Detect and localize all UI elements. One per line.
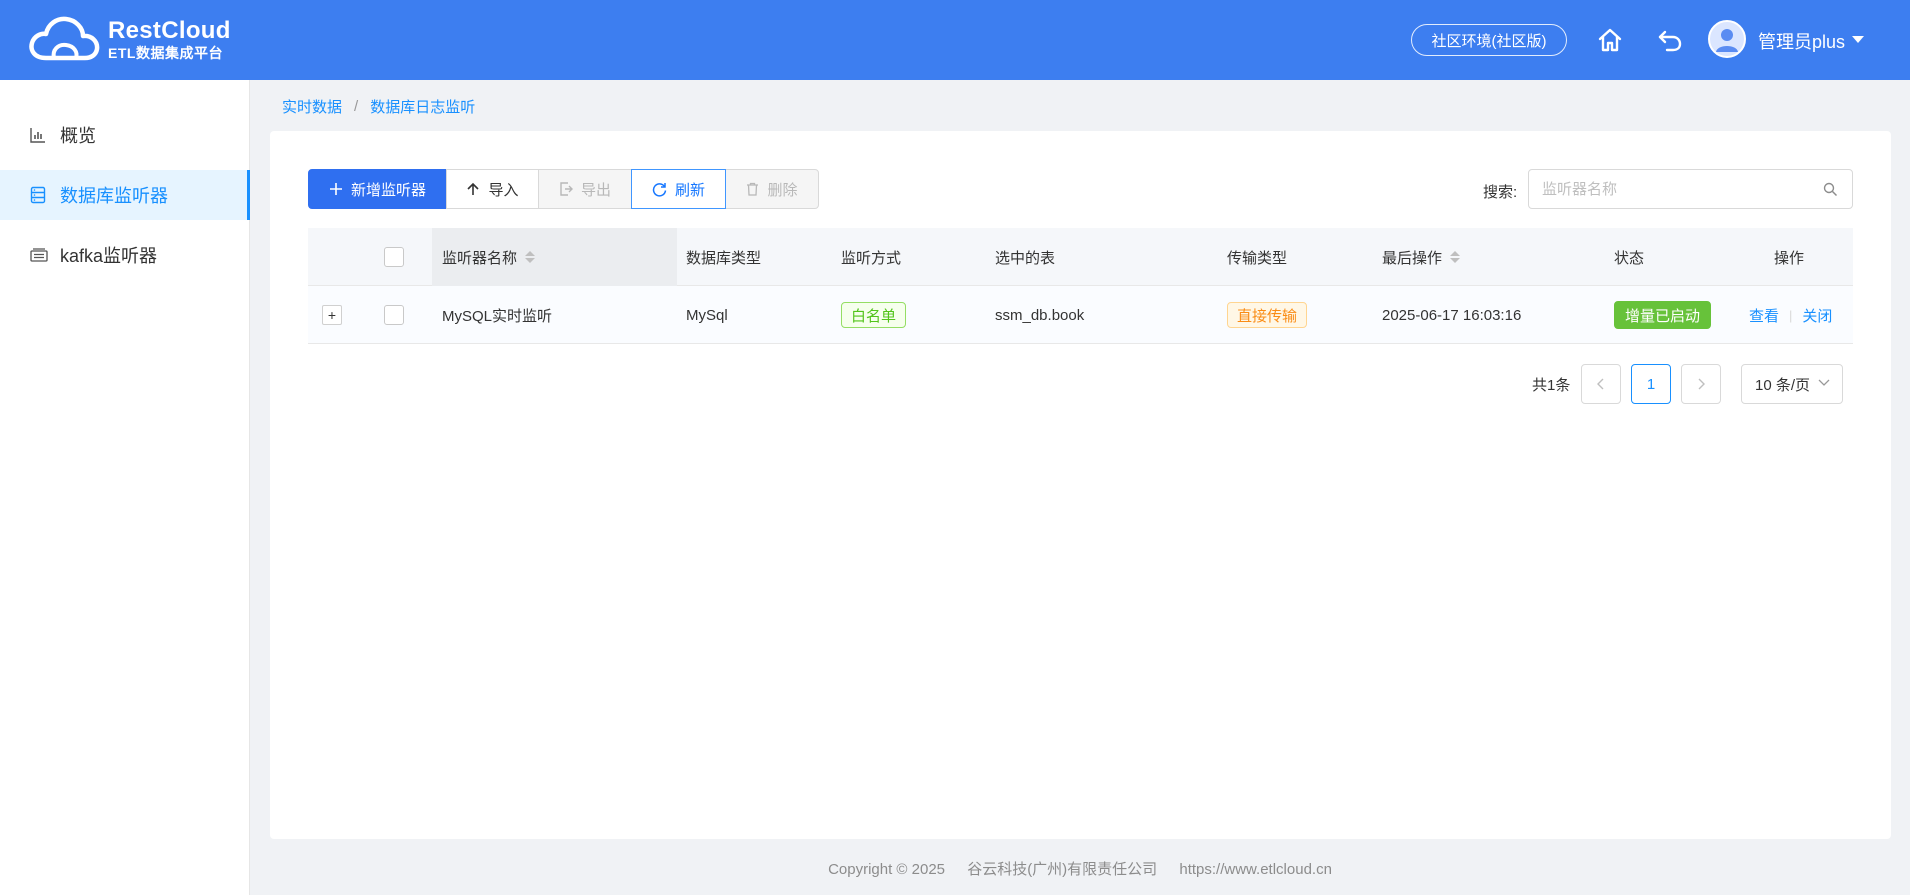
cell-status: 增量已启动 [1614,286,1712,344]
column-header-mode: 监听方式 [841,249,902,267]
breadcrumb-separator: / [354,98,359,115]
pagination: 共1条 1 10 条/页 [270,364,1891,404]
sidebar-item-db-listener[interactable]: 数据库监听器 [0,170,250,220]
column-header-name[interactable]: 监听器名称 [432,228,677,286]
page-size-select[interactable]: 10 条/页 [1741,364,1843,404]
delete-button[interactable]: 删除 [725,169,819,209]
import-button[interactable]: 导入 [446,169,539,209]
listener-table: 监听器名称 数据库类型 监听方式 选中的表 传输类型 最后操作 状态 操作 + … [308,228,1853,344]
home-icon[interactable] [1595,25,1625,55]
toolbar: 新增监听器 导入 导出 刷新 删除 [308,169,819,209]
cell-last-op: 2025-06-17 16:03:16 [1382,306,1522,324]
caret-down-icon[interactable] [1852,36,1864,43]
chevron-down-icon [1818,379,1830,386]
add-listener-button[interactable]: 新增监听器 [308,169,447,209]
sidebar-item-label: kafka监听器 [60,246,158,266]
footer-company: 谷云科技(广州)有限责任公司 [967,861,1158,878]
column-header-db-type: 数据库类型 [686,249,762,267]
search-label: 搜索: [1483,184,1518,201]
view-link[interactable]: 查看 [1749,305,1779,326]
breadcrumb: 实时数据 / 数据库日志监听 [282,96,475,117]
search-icon[interactable] [1823,182,1838,202]
mode-tag: 白名单 [841,302,907,328]
cell-transfer: 直接传输 [1227,286,1308,344]
search-field [1528,169,1853,209]
kafka-icon [30,246,48,264]
refresh-icon [652,182,667,197]
export-button[interactable]: 导出 [538,169,632,209]
sidebar-item-kafka-listener[interactable]: kafka监听器 [0,230,250,280]
logo-subtitle: ETL数据集成平台 [108,44,223,61]
database-icon [30,186,48,204]
undo-icon[interactable] [1655,25,1685,55]
close-link[interactable]: 关闭 [1802,305,1832,326]
next-page-button[interactable] [1681,364,1721,404]
expand-cell: + [322,286,342,344]
cell-actions: 查看 | 关闭 [1749,286,1832,344]
export-icon [559,182,573,196]
select-all-cell [384,228,404,286]
search-input[interactable] [1529,170,1809,208]
prev-page-button[interactable] [1581,364,1621,404]
footer-copyright: Copyright © 2025 [828,861,946,878]
sidebar-item-label: 概览 [60,126,96,146]
logo[interactable]: RestCloud ETL数据集成平台 [28,14,231,64]
breadcrumb-item-current[interactable]: 数据库日志监听 [370,96,475,117]
column-header-status: 状态 [1614,249,1645,267]
cloud-logo-icon [29,16,100,61]
content-card: 新增监听器 导入 导出 刷新 删除 搜索: 监听器名称 监听器名称 数据库类型 … [270,131,1891,839]
select-all-checkbox[interactable] [384,247,404,267]
cell-db-type: MySql [686,306,728,324]
table-header: 监听器名称 数据库类型 监听方式 选中的表 传输类型 最后操作 状态 操作 [308,228,1853,286]
column-header-last-op[interactable]: 最后操作 [1382,228,1461,286]
logo-title: RestCloud [108,16,231,44]
user-name[interactable]: 管理员plus [1758,28,1845,54]
cell-name: MySQL实时监听 [442,307,553,325]
sort-icon[interactable] [1450,251,1461,263]
arrow-up-icon [466,182,480,196]
total-count: 共1条 [1532,377,1571,394]
action-divider: | [1789,307,1793,323]
expand-row-button[interactable]: + [322,305,342,325]
chevron-left-icon [1597,378,1604,390]
refresh-button[interactable]: 刷新 [631,169,726,209]
sidebar-item-overview[interactable]: 概览 [0,110,250,160]
sort-icon[interactable] [525,251,536,263]
transfer-tag: 直接传输 [1227,302,1308,328]
status-badge: 增量已启动 [1614,301,1712,329]
row-checkbox[interactable] [384,305,404,325]
cell-table: ssm_db.book [995,306,1085,324]
top-header: RestCloud ETL数据集成平台 社区环境(社区版) 管理员plus [0,0,1910,80]
table-row: + MySQL实时监听 MySql 白名单 ssm_db.book 直接传输 2… [308,286,1853,344]
sidebar: 概览 数据库监听器 kafka监听器 [0,80,250,895]
plus-icon [329,182,343,196]
column-header-actions: 操作 [1774,249,1805,267]
footer: Copyright © 2025 谷云科技(广州)有限责任公司 https://… [250,858,1910,879]
sidebar-item-label: 数据库监听器 [60,186,168,206]
breadcrumb-item-realtime[interactable]: 实时数据 [282,96,342,117]
row-select-cell [384,286,404,344]
footer-url[interactable]: https://www.etlcloud.cn [1179,861,1332,878]
chevron-right-icon [1698,378,1705,390]
column-header-table: 选中的表 [995,249,1056,267]
avatar[interactable] [1708,20,1746,58]
environment-badge[interactable]: 社区环境(社区版) [1411,24,1567,56]
page-number-button[interactable]: 1 [1631,364,1671,404]
column-header-transfer: 传输类型 [1227,249,1288,267]
bar-chart-icon [30,126,48,144]
trash-icon [746,182,759,196]
cell-mode: 白名单 [841,286,907,344]
